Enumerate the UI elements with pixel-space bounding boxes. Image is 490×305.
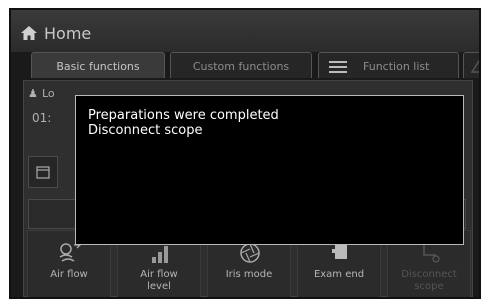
tab-function-list[interactable]: Function list	[318, 52, 459, 78]
calendar-icon	[36, 166, 50, 179]
dialog-line-2: Disconnect scope	[88, 123, 203, 138]
dialog-line-1: Preparations were completed	[88, 108, 279, 123]
tab-label: Function list	[363, 60, 430, 73]
calendar-button[interactable]	[28, 156, 58, 188]
dialog-message: Preparations were completed Disconnect s…	[88, 108, 279, 138]
extra-tab-icon	[470, 59, 479, 73]
button-label: Air flow	[50, 269, 88, 280]
tab-extra[interactable]	[463, 52, 479, 78]
user-icon: ♟	[28, 87, 38, 100]
message-dialog[interactable]: Preparations were completed Disconnect s…	[75, 95, 464, 245]
tab-basic-functions[interactable]: Basic functions	[31, 52, 165, 78]
button-label: Disconnect scope	[401, 269, 457, 292]
tab-custom-functions[interactable]: Custom functions	[170, 52, 312, 78]
button-label: Iris mode	[225, 269, 273, 280]
header-bar: Home	[11, 10, 479, 52]
button-label: Exam end	[313, 269, 365, 280]
tab-bar: Basic functions Custom functions Functio…	[31, 52, 479, 80]
tab-label: Custom functions	[192, 60, 290, 73]
tab-label: Basic functions	[56, 60, 140, 73]
button-label: Air flow level	[140, 269, 178, 292]
device-screen: Home Basic functions Custom functions Fu…	[9, 8, 481, 299]
page-title: Home	[44, 24, 92, 43]
background-time: 01:	[32, 111, 52, 125]
home-icon[interactable]	[21, 26, 37, 40]
background-label: Lo	[42, 87, 55, 100]
list-icon	[329, 61, 347, 73]
